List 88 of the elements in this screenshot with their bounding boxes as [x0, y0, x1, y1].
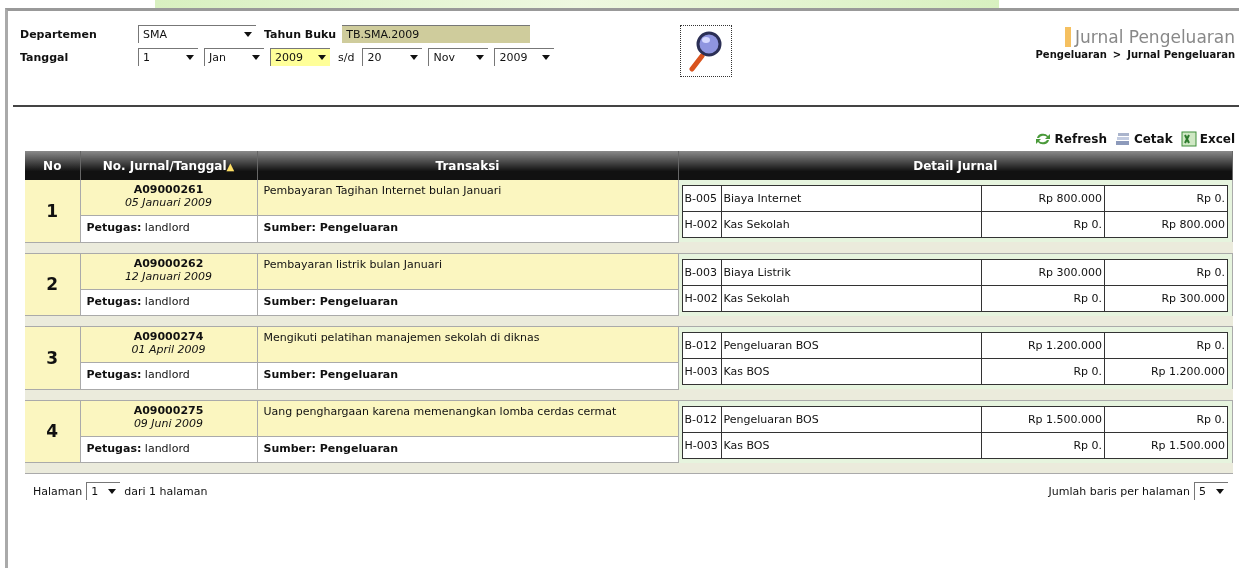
column-header[interactable]: No	[25, 151, 80, 180]
credit-amount: Rp 1.500.000	[1104, 432, 1228, 458]
source-cell: Sumber: Pengeluaran	[257, 289, 678, 316]
document-icon	[1114, 131, 1131, 147]
account-name: Biaya Listrik	[721, 259, 982, 285]
account-name: Kas Sekolah	[721, 285, 982, 311]
refresh-link[interactable]: Refresh	[1033, 127, 1107, 151]
debit-amount: Rp 1.500.000	[981, 406, 1105, 432]
breadcrumb-separator: >	[1112, 49, 1122, 60]
journal-number: A09000274	[132, 330, 205, 343]
date-select[interactable]: 2009	[494, 48, 555, 66]
account-name: Kas Sekolah	[721, 211, 982, 238]
breadcrumb-link[interactable]: Jurnal Pengeluaran	[1127, 49, 1235, 60]
rows-per-page-select[interactable]: 5	[1194, 482, 1228, 500]
row-number: 2	[25, 253, 80, 316]
excel-link[interactable]: Excel	[1180, 127, 1235, 151]
transaction-description: Pembayaran listrik bulan Januari	[257, 253, 678, 290]
account-code: H-003	[682, 432, 721, 458]
credit-amount: Rp 0.	[1104, 259, 1228, 285]
spreadsheet-icon	[1180, 131, 1197, 147]
refresh-icon	[1033, 131, 1052, 147]
date-select[interactable]: 2009	[270, 48, 330, 66]
officer-cell: Petugas: landlord	[80, 215, 257, 242]
debit-amount: Rp 300.000	[981, 259, 1105, 285]
account-name: Pengeluaran BOS	[721, 406, 982, 432]
account-name: Kas BOS	[721, 432, 982, 458]
debit-amount: Rp 800.000	[981, 185, 1105, 212]
account-code: B-005	[682, 185, 721, 212]
date-select[interactable]: 1	[138, 48, 198, 66]
credit-amount: Rp 300.000	[1104, 285, 1228, 311]
range-separator: s/d	[338, 50, 355, 64]
journal-number: A09000262	[132, 256, 205, 270]
credit-amount: Rp 0.	[1104, 332, 1228, 359]
column-header[interactable]: No. Jurnal/Tanggal▲	[80, 151, 257, 180]
transaction-description: Uang penghargaan karena memenangkan lomba cerdas cermat	[257, 400, 678, 437]
year-book-field: TB.SMA.2009	[342, 25, 531, 43]
source-cell: Sumber: Pengeluaran	[257, 362, 678, 389]
field-label: Departemen	[20, 27, 98, 41]
debit-amount: Rp 0.	[981, 211, 1105, 238]
officer-cell: Petugas: landlord	[80, 362, 257, 389]
page-select[interactable]: 1	[86, 482, 121, 500]
account-name: Pengeluaran BOS	[721, 332, 982, 359]
account-code: B-003	[682, 259, 721, 285]
date-select[interactable]: Jan	[204, 48, 264, 66]
transaction-description: Pembayaran Tagihan Internet bulan Januari	[257, 180, 678, 216]
row-number: 1	[25, 180, 80, 242]
journal-number: A09000275	[132, 403, 205, 417]
row-number: 4	[25, 400, 80, 463]
account-code: B-012	[682, 332, 721, 359]
breadcrumb-link[interactable]: Pengeluaran	[1035, 49, 1107, 60]
credit-amount: Rp 1.200.000	[1104, 358, 1228, 385]
officer-cell: Petugas: landlord	[80, 436, 257, 463]
page-title: Jurnal Pengeluaran	[1064, 27, 1235, 47]
officer-cell: Petugas: landlord	[80, 289, 257, 316]
source-cell: Sumber: Pengeluaran	[257, 436, 678, 463]
search-button[interactable]	[680, 25, 733, 77]
source-cell: Sumber: Pengeluaran	[257, 215, 678, 242]
debit-amount: Rp 0.	[981, 432, 1105, 458]
account-name: Biaya Internet	[721, 185, 982, 212]
rows-per-page-label: Jumlah baris per halaman	[1048, 484, 1190, 498]
journal-date: 12 Januari 2009	[123, 269, 214, 283]
debit-amount: Rp 0.	[981, 358, 1105, 385]
journal-date: 09 Juni 2009	[132, 416, 205, 430]
debit-amount: Rp 0.	[981, 285, 1105, 311]
column-header[interactable]: Transaksi	[257, 151, 678, 180]
field-label: Tanggal	[20, 50, 70, 64]
debit-amount: Rp 1.200.000	[981, 332, 1105, 359]
account-name: Kas BOS	[721, 358, 982, 385]
transaction-description: Mengikuti pelatihan manajemen sekolah di diknas	[257, 326, 678, 363]
account-code: B-012	[682, 406, 721, 432]
journal-date: 05 Januari 2009	[123, 196, 214, 209]
account-code: H-002	[682, 285, 721, 311]
credit-amount: Rp 0.	[1104, 406, 1228, 432]
column-header[interactable]: Detail Jurnal	[678, 151, 1233, 180]
row-number: 3	[25, 326, 80, 389]
field-label: Tahun Buku	[264, 27, 337, 41]
credit-amount: Rp 800.000	[1104, 211, 1228, 238]
pagination-label: Halaman	[33, 484, 83, 498]
department-select[interactable]: SMA	[138, 25, 256, 43]
credit-amount: Rp 0.	[1104, 185, 1228, 212]
pagination-label: dari 1 halaman	[124, 484, 208, 498]
journal-date: 01 April 2009	[130, 343, 207, 356]
account-code: H-002	[682, 211, 721, 238]
journal-number: A09000261	[132, 183, 205, 196]
account-code: H-003	[682, 358, 721, 385]
print-link[interactable]: Cetak	[1114, 127, 1173, 151]
date-select[interactable]: Nov	[428, 48, 489, 66]
date-select[interactable]: 20	[362, 48, 423, 66]
